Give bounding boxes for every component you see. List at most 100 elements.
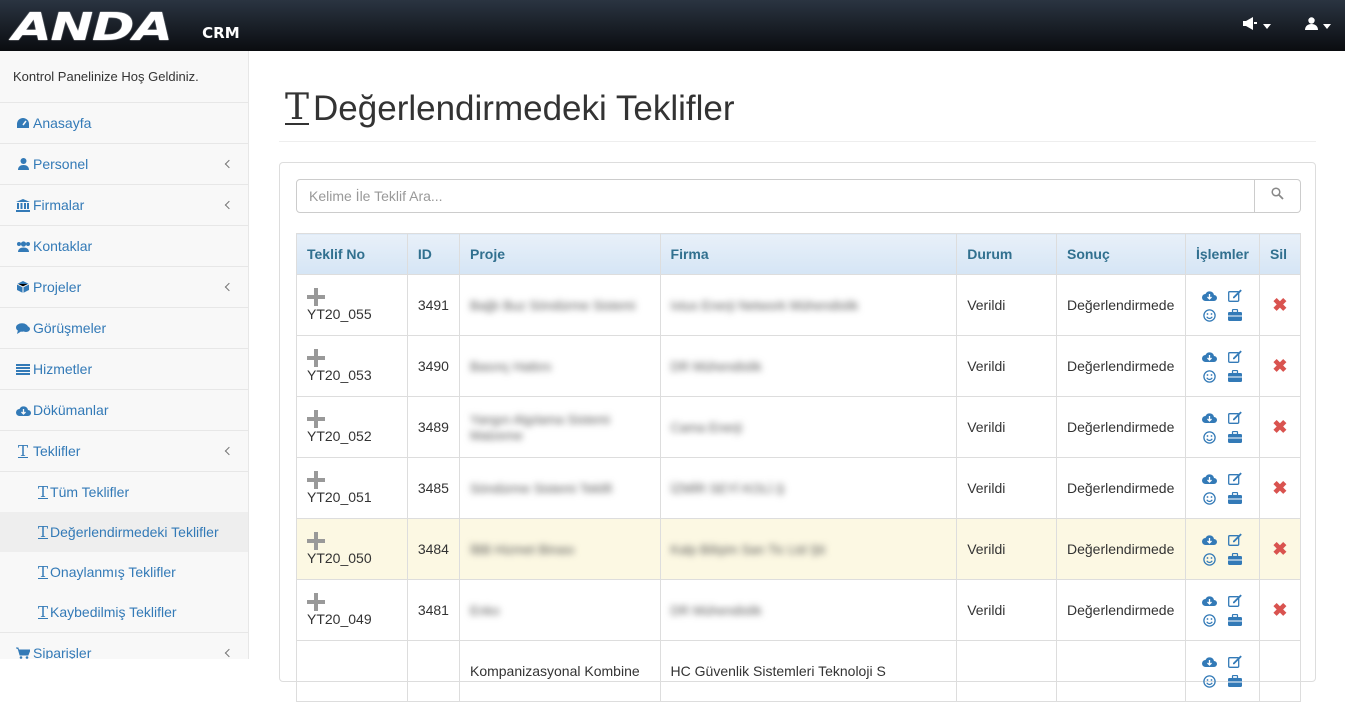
chevron-left-icon xyxy=(224,197,234,211)
cube-icon xyxy=(15,280,31,294)
edit-icon[interactable] xyxy=(1227,531,1243,547)
project-cell: Kompanizasyonal Kombine xyxy=(458,640,661,702)
status-cell xyxy=(956,640,1057,702)
table-row[interactable]: YT20_055 3491 Bağlı Buz Söndürme Sistemi Ix… xyxy=(296,274,1302,336)
table-row[interactable]: YT20_049 3481 Enko DR Mühendislik Verildi Değ… xyxy=(296,579,1302,641)
delete-x-icon[interactable]: ✖ xyxy=(1270,539,1290,560)
smile-icon[interactable] xyxy=(1201,673,1217,689)
sidebar-item-label: Firmalar xyxy=(33,197,85,213)
sidebar-item-gorusmeler[interactable]: Görüşmeler xyxy=(0,308,248,349)
smile-icon[interactable] xyxy=(1201,551,1217,567)
text-height-icon: T xyxy=(38,483,49,501)
offer-no: YT20_052 xyxy=(307,428,372,445)
column-header[interactable]: Proje xyxy=(458,233,661,275)
delete-x-icon[interactable]: ✖ xyxy=(1270,417,1290,438)
table-row[interactable]: YT20_050 3484 İBB Hizmet Binası Kalp Bilişi… xyxy=(296,518,1302,580)
briefcase-icon[interactable] xyxy=(1227,368,1243,384)
smile-icon[interactable] xyxy=(1201,368,1217,384)
column-header[interactable]: Sonuç xyxy=(1055,233,1186,275)
edit-icon[interactable] xyxy=(1227,592,1243,608)
sidebar-item-personel[interactable]: Personel xyxy=(0,144,248,185)
delete-cell: ✖ xyxy=(1258,335,1302,397)
smile-icon[interactable] xyxy=(1201,612,1217,628)
cloud-download-icon[interactable] xyxy=(1201,531,1217,547)
edit-icon[interactable] xyxy=(1227,409,1243,425)
actions-cell xyxy=(1184,579,1260,641)
column-header[interactable]: Teklif No xyxy=(296,233,408,275)
status-cell: Verildi xyxy=(956,457,1057,519)
delete-x-icon[interactable]: ✖ xyxy=(1270,600,1290,621)
expand-plus-icon[interactable] xyxy=(307,471,325,490)
sidebar-item-hizmetler[interactable]: Hizmetler xyxy=(0,349,248,390)
user-menu[interactable] xyxy=(1305,17,1331,35)
sidebar-subitem-tum-teklifler[interactable]: T Tüm Teklifler xyxy=(0,472,248,512)
shopping-cart-icon xyxy=(15,646,31,660)
status-cell: Verildi xyxy=(956,335,1057,397)
edit-icon[interactable] xyxy=(1227,348,1243,364)
expand-plus-icon[interactable] xyxy=(307,288,325,307)
briefcase-icon[interactable] xyxy=(1227,551,1243,567)
delete-x-icon[interactable]: ✖ xyxy=(1270,295,1290,316)
search-button[interactable] xyxy=(1255,179,1301,213)
briefcase-icon[interactable] xyxy=(1227,307,1243,323)
cloud-download-icon[interactable] xyxy=(1201,348,1217,364)
text-height-icon: T xyxy=(38,523,49,541)
briefcase-icon[interactable] xyxy=(1227,612,1243,628)
briefcase-icon[interactable] xyxy=(1227,490,1243,506)
page-title: T Değerlendirmedeki Teklifler xyxy=(285,89,735,129)
delete-x-icon[interactable]: ✖ xyxy=(1270,478,1290,499)
expand-plus-icon[interactable] xyxy=(307,593,325,612)
column-header[interactable]: ID xyxy=(406,233,460,275)
smile-icon[interactable] xyxy=(1201,490,1217,506)
column-header[interactable]: Durum xyxy=(956,233,1057,275)
table-row[interactable]: YT20_053 3490 Basınç Hattını DR Mühendislik… xyxy=(296,335,1302,397)
sidebar-item-dokumanlar[interactable]: Dökümanlar xyxy=(0,390,248,431)
delete-x-icon[interactable]: ✖ xyxy=(1270,356,1290,377)
company-name: Kalp Bilişim San Tic Ltd Şti xyxy=(670,542,826,557)
notifications-menu[interactable] xyxy=(1242,17,1271,35)
cloud-download-icon[interactable] xyxy=(1201,653,1217,669)
sidebar-item-teklifler[interactable]: T Teklifler xyxy=(0,431,248,472)
table-row[interactable]: Kompanizasyonal Kombine HC Güvenlik Siste… xyxy=(296,640,1302,702)
briefcase-icon[interactable] xyxy=(1227,429,1243,445)
column-header[interactable]: Firma xyxy=(659,233,958,275)
sidebar-item-projeler[interactable]: Projeler xyxy=(0,267,248,308)
table-row[interactable]: YT20_052 3489 Yangın Algılama Sistemi Malz… xyxy=(296,396,1302,458)
offer-no-cell: YT20_050 xyxy=(296,518,408,580)
sidebar-item-label: Hizmetler xyxy=(33,361,93,377)
cloud-download-icon[interactable] xyxy=(1201,592,1217,608)
offer-no-cell: YT20_055 xyxy=(296,274,408,336)
chevron-left-icon xyxy=(224,645,234,659)
sidebar-subitem-degerlendirmedeki-teklifler[interactable]: T Değerlendirmedeki Teklifler xyxy=(0,512,248,552)
sidebar-subitem-kaybedilmis-teklifler[interactable]: T Kaybedilmiş Teklifler xyxy=(0,592,248,632)
id-cell: 3490 xyxy=(406,335,460,397)
cloud-download-icon[interactable] xyxy=(1201,287,1217,303)
expand-plus-icon[interactable] xyxy=(307,532,325,551)
edit-icon[interactable] xyxy=(1227,653,1243,669)
company-name: DR Mühendislik xyxy=(670,359,762,374)
list-icon xyxy=(15,362,31,376)
text-height-icon: T xyxy=(17,442,28,460)
sidebar-item-siparisler[interactable]: Siparişler xyxy=(0,632,248,659)
expand-plus-icon[interactable] xyxy=(307,349,325,368)
expand-plus-icon[interactable] xyxy=(307,410,325,429)
sidebar-item-label: Teklifler xyxy=(33,443,81,459)
user-icon xyxy=(15,157,31,171)
logo[interactable]: ANDA CRM xyxy=(12,8,240,46)
search-input[interactable] xyxy=(296,179,1255,213)
sidebar-subitem-label: Tüm Teklifler xyxy=(50,484,130,500)
table-row[interactable]: YT20_051 3485 Söndürme Sistemi Teklifi İZMİ… xyxy=(296,457,1302,519)
sidebar-item-firmalar[interactable]: Firmalar xyxy=(0,185,248,226)
project-name: Yangın Algılama Sistemi Malzeme xyxy=(469,412,610,443)
sidebar-item-anasayfa[interactable]: Anasayfa xyxy=(0,103,248,144)
smile-icon[interactable] xyxy=(1201,429,1217,445)
briefcase-icon[interactable] xyxy=(1227,673,1243,689)
edit-icon[interactable] xyxy=(1227,287,1243,303)
smile-icon[interactable] xyxy=(1201,307,1217,323)
chevron-left-icon xyxy=(224,443,234,457)
edit-icon[interactable] xyxy=(1227,470,1243,486)
cloud-download-icon[interactable] xyxy=(1201,470,1217,486)
sidebar-item-kontaklar[interactable]: Kontaklar xyxy=(0,226,248,267)
sidebar-subitem-onaylanmis-teklifler[interactable]: T Onaylanmış Teklifler xyxy=(0,552,248,592)
cloud-download-icon[interactable] xyxy=(1201,409,1217,425)
